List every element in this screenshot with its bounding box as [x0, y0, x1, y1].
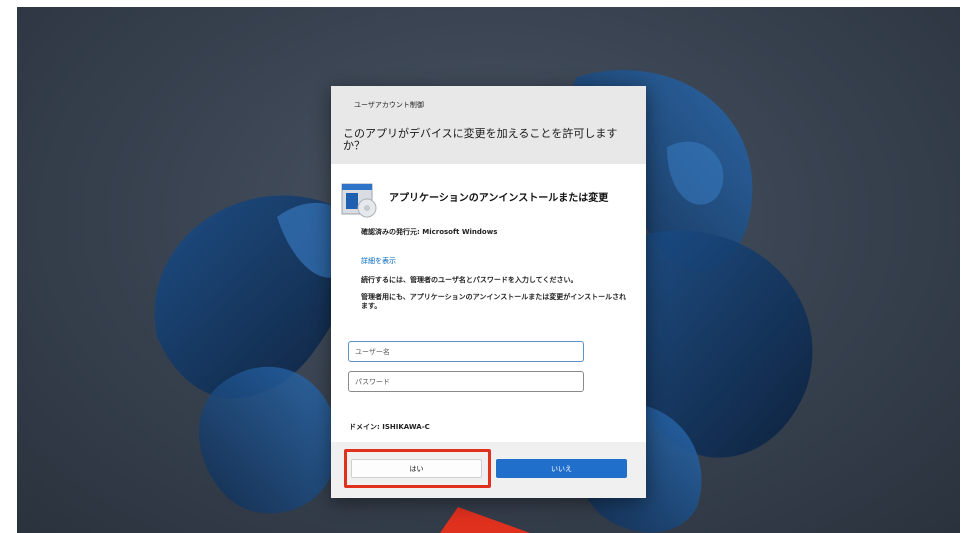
show-details-link[interactable]: 詳細を表示	[361, 256, 396, 266]
dialog-caption: ユーザアカウント制御	[354, 101, 424, 109]
app-uninstall-icon	[341, 183, 377, 218]
publisher-text: 確認済みの発行元: Microsoft Windows	[361, 228, 498, 236]
uac-header: ユーザアカウント制御 このアプリがデバイスに変更を加えることを許可しますか？	[331, 86, 646, 164]
username-input[interactable]	[348, 341, 584, 362]
red-arrow-annotation	[440, 507, 530, 533]
yes-button[interactable]: はい	[351, 459, 482, 478]
uac-dialog: ユーザアカウント制御 このアプリがデバイスに変更を加えることを許可しますか？ ア…	[331, 86, 646, 498]
no-button[interactable]: いいえ	[496, 459, 627, 478]
admin-note: 管理者用にも、アプリケーションのアンインストールまたは変更がインストールされます…	[361, 293, 627, 310]
domain-label: ドメイン: ISHIKAWA-C	[349, 423, 430, 431]
password-input[interactable]	[348, 371, 584, 392]
app-name: アプリケーションのアンインストールまたは変更	[389, 193, 609, 204]
instruction-text: 続行するには、管理者のユーザ名とパスワードを入力してください。	[361, 276, 578, 284]
dialog-footer: はい いいえ	[331, 442, 646, 498]
dialog-question: このアプリがデバイスに変更を加えることを許可しますか？	[343, 127, 618, 152]
